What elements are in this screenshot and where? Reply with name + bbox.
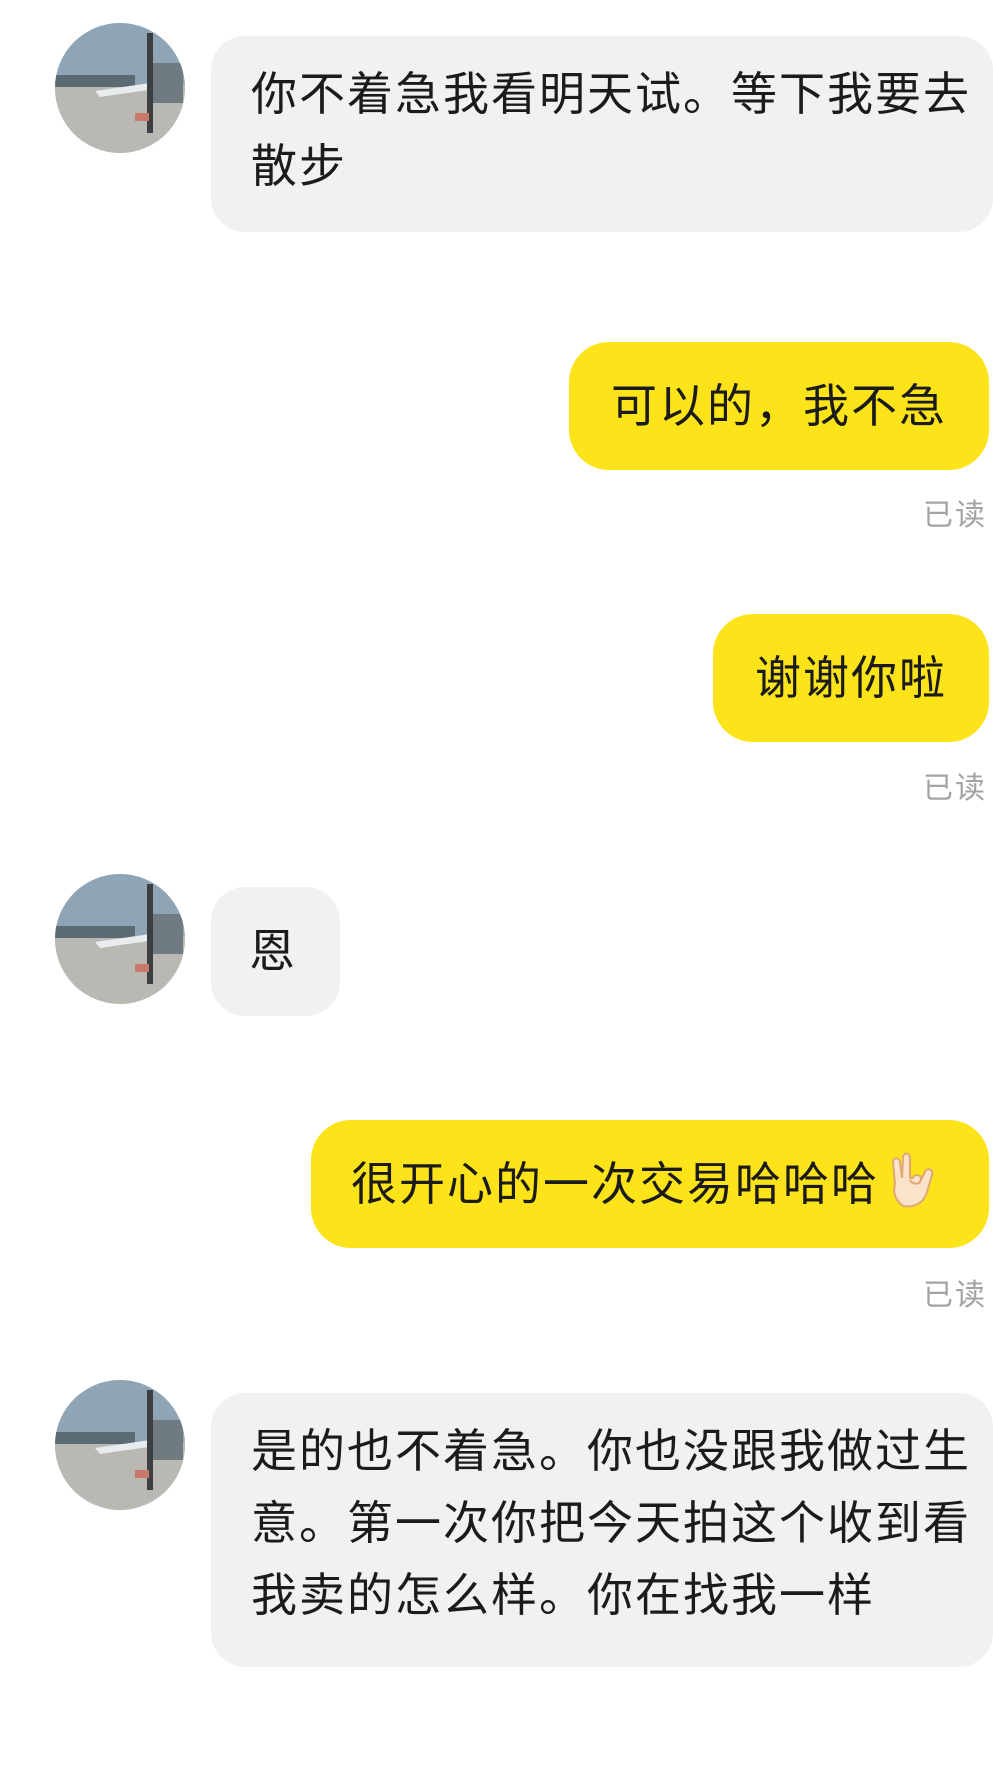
read-status: 已读 (923, 1278, 987, 1313)
message-text: 很开心的一次交易哈哈哈 (351, 1157, 879, 1211)
incoming-message-bubble[interactable]: 恩 (211, 887, 340, 1016)
contact-avatar[interactable] (55, 1380, 185, 1510)
contact-avatar[interactable] (55, 874, 185, 1004)
love-you-hand-gesture-icon (883, 1148, 947, 1212)
read-status: 已读 (923, 498, 987, 533)
message-text: 可以的，我不急 (611, 379, 947, 433)
message-text: 恩 (249, 924, 297, 978)
read-status: 已读 (923, 771, 987, 806)
outgoing-message-bubble[interactable]: 可以的，我不急 (569, 342, 989, 470)
outgoing-message-bubble[interactable]: 谢谢你啦 (713, 614, 989, 742)
outgoing-message-bubble[interactable]: 很开心的一次交易哈哈哈 (311, 1120, 989, 1248)
message-text: 谢谢你啦 (755, 651, 947, 705)
message-text: 你不着急我看明天试。等下我要去散步 (251, 67, 971, 193)
message-text: 是的也不着急。你也没跟我做过生意。第一次你把今天拍这个收到看我卖的怎么样。你在找… (251, 1424, 971, 1622)
incoming-message-bubble[interactable]: 你不着急我看明天试。等下我要去散步 (211, 36, 993, 232)
incoming-message-bubble[interactable]: 是的也不着急。你也没跟我做过生意。第一次你把今天拍这个收到看我卖的怎么样。你在找… (211, 1393, 993, 1667)
contact-avatar[interactable] (55, 23, 185, 153)
chat-thread: 你不着急我看明天试。等下我要去散步 可以的，我不急 已读 谢谢你啦 已读 恩 很… (0, 0, 993, 1767)
